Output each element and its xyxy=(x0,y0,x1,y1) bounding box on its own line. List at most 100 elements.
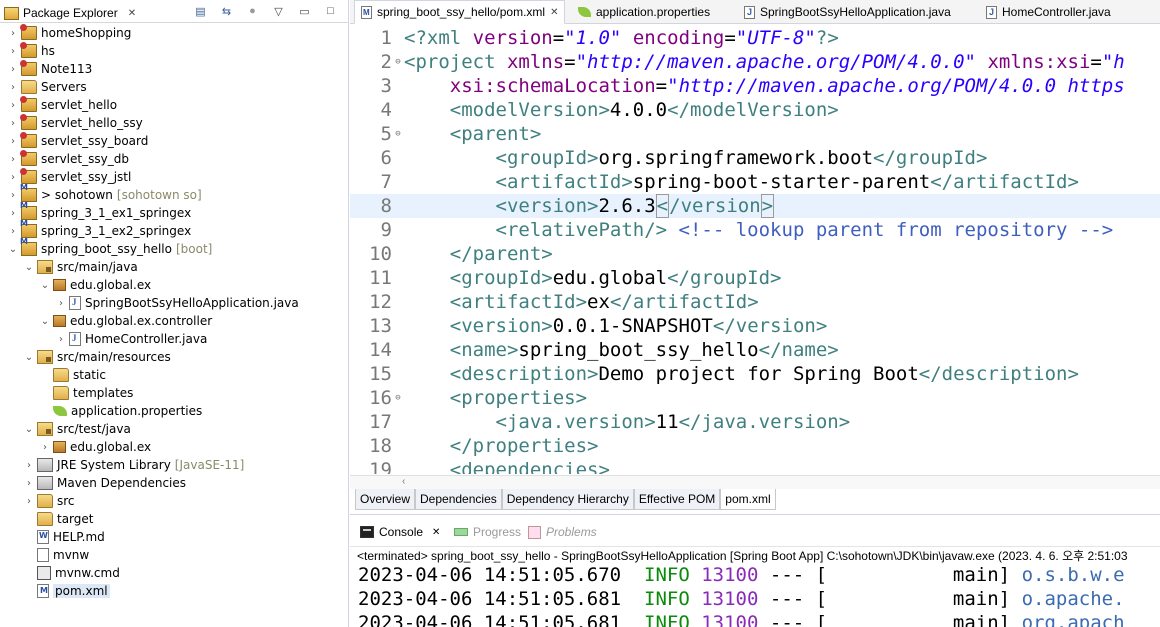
xml-source-editor[interactable]: 1 <?xml version="1.0" encoding="UTF-8"?>… xyxy=(350,26,1160,474)
collapsed-chevron-icon[interactable]: › xyxy=(8,190,18,201)
fold-icon[interactable]: ⊖ xyxy=(392,393,404,403)
collapsed-chevron-icon[interactable]: › xyxy=(8,64,18,75)
collapsed-chevron-icon[interactable]: › xyxy=(8,136,18,147)
link-with-editor-icon[interactable]: ⇆ xyxy=(219,4,234,18)
line-text: <description>Demo project for Spring Boo… xyxy=(449,363,1079,385)
tab-dependencies[interactable]: Dependencies xyxy=(415,489,502,510)
tab-dependency-hierarchy[interactable]: Dependency Hierarchy xyxy=(501,489,634,510)
scroll-left-icon[interactable]: ‹ xyxy=(402,476,405,487)
tree-item[interactable]: HELP.md xyxy=(0,528,105,546)
tree-item[interactable]: pom.xml xyxy=(0,582,110,600)
line-number: 5 xyxy=(380,123,392,145)
tree-item[interactable]: › HomeController.java xyxy=(0,330,207,348)
tree-item-decoration: [JavaSE-11] xyxy=(174,458,245,472)
collapsed-chevron-icon[interactable]: › xyxy=(24,496,34,507)
project-icon xyxy=(20,60,37,76)
line-number: 6 xyxy=(380,147,392,169)
tree-item[interactable]: › Servers xyxy=(0,78,87,96)
tab-problems[interactable]: Problems xyxy=(524,521,601,543)
tree-item[interactable]: › spring_3_1_ex1_springex xyxy=(0,201,192,222)
line-text: <parent> xyxy=(449,123,542,145)
line-number: 2 xyxy=(380,51,392,73)
line-text: <dependencies> xyxy=(449,459,610,474)
tab-effective-pom[interactable]: Effective POM xyxy=(633,489,721,510)
collapsed-chevron-icon[interactable]: › xyxy=(8,118,18,129)
expanded-chevron-icon[interactable]: ⌄ xyxy=(40,316,50,327)
collapsed-chevron-icon[interactable]: › xyxy=(40,442,50,453)
collapsed-chevron-icon[interactable]: › xyxy=(8,226,18,237)
tree-item[interactable]: › JRE System Library [JavaSE-11] xyxy=(0,456,244,474)
code-line: 6 <groupId>org.springframework.boot</gro… xyxy=(350,146,1160,170)
collapsed-chevron-icon[interactable]: › xyxy=(8,100,18,111)
collapsed-chevron-icon[interactable]: › xyxy=(8,154,18,165)
collapsed-chevron-icon[interactable]: › xyxy=(56,298,66,309)
tree-item[interactable]: › src xyxy=(0,492,75,510)
tab-springboot-application[interactable]: SpringBootSsyHelloApplication.java xyxy=(738,0,957,24)
tab-pom-xml-source[interactable]: pom.xml xyxy=(720,489,776,510)
minimize-icon[interactable]: ▭ xyxy=(297,4,312,18)
tab-pom-xml[interactable]: spring_boot_ssy_hello/pom.xml ✕ xyxy=(354,0,566,24)
collapsed-chevron-icon[interactable]: › xyxy=(24,478,34,489)
project-icon xyxy=(20,24,37,40)
pom-editor-tabs: Overview Dependencies Dependency Hierarc… xyxy=(355,489,776,510)
tab-package-explorer[interactable]: Package Explorer ✕ xyxy=(4,3,136,23)
expanded-chevron-icon[interactable]: ⌄ xyxy=(24,262,34,273)
tree-item[interactable]: mvnw.cmd xyxy=(0,564,120,582)
close-icon[interactable]: ✕ xyxy=(128,8,136,19)
java-file-icon xyxy=(986,5,997,19)
collapsed-chevron-icon[interactable]: › xyxy=(8,172,18,183)
tree-item[interactable]: › Note113 xyxy=(0,60,92,78)
line-number: 7 xyxy=(380,171,392,193)
tree-item[interactable]: › homeShopping xyxy=(0,24,131,42)
tree-item[interactable]: ⌄ edu.global.ex.controller xyxy=(0,312,212,330)
tree-item[interactable]: ⌄ spring_boot_ssy_hello[boot] xyxy=(0,237,212,258)
maximize-icon[interactable]: □ xyxy=(323,4,338,18)
tree-item-label: spring_3_1_ex1_springex xyxy=(41,206,192,220)
tab-progress[interactable]: Progress xyxy=(450,521,525,543)
collapsed-chevron-icon[interactable]: › xyxy=(8,46,18,57)
tree-item[interactable]: ⌄ edu.global.ex xyxy=(0,276,151,294)
line-number: 9 xyxy=(380,219,392,241)
tree-item[interactable]: ⌄ src/main/resources xyxy=(0,348,171,366)
collapse-all-icon[interactable]: ▤ xyxy=(193,4,208,18)
expanded-chevron-icon[interactable]: ⌄ xyxy=(24,352,34,363)
tree-item[interactable]: › hs xyxy=(0,42,55,60)
tree-item[interactable]: › Maven Dependencies xyxy=(0,474,186,492)
tree-item[interactable]: static xyxy=(0,366,106,384)
tree-item[interactable]: › spring_3_1_ex2_springex xyxy=(0,219,191,240)
tree-item[interactable]: › servlet_ssy_board xyxy=(0,132,148,150)
tab-application-properties[interactable]: application.properties xyxy=(572,0,716,24)
tab-console[interactable]: Console ✕ xyxy=(356,521,445,543)
tree-item[interactable]: › servlet_hello xyxy=(0,96,117,114)
tree-item[interactable]: ⌄ src/test/java xyxy=(0,420,131,438)
fold-icon[interactable]: ⊖ xyxy=(392,129,404,139)
tab-overview[interactable]: Overview xyxy=(355,489,416,510)
collapsed-chevron-icon[interactable]: › xyxy=(56,334,66,345)
expanded-chevron-icon[interactable]: ⌄ xyxy=(40,280,50,291)
close-icon[interactable]: ✕ xyxy=(550,7,558,18)
close-icon[interactable]: ✕ xyxy=(432,527,440,538)
tree-item[interactable]: › SpringBootSsyHelloApplication.java xyxy=(0,294,299,312)
tab-home-controller[interactable]: HomeController.java xyxy=(980,0,1117,24)
tree-item[interactable]: ⌄ src/main/java xyxy=(0,258,138,276)
tree-item[interactable]: › edu.global.ex xyxy=(0,438,151,456)
tree-item[interactable]: › servlet_ssy_db xyxy=(0,150,129,168)
focus-icon[interactable]: ● xyxy=(245,4,260,18)
expanded-chevron-icon[interactable]: ⌄ xyxy=(8,244,18,255)
collapsed-chevron-icon[interactable]: › xyxy=(8,28,18,39)
fold-icon[interactable]: ⊖ xyxy=(392,57,404,67)
expanded-chevron-icon[interactable]: ⌄ xyxy=(24,424,34,435)
collapsed-chevron-icon[interactable]: › xyxy=(8,82,18,93)
tree-item[interactable]: templates xyxy=(0,384,133,402)
tree-item-label: hs xyxy=(41,44,55,58)
project-icon xyxy=(20,114,37,130)
tree-item[interactable]: › servlet_hello_ssy xyxy=(0,114,143,132)
tree-item[interactable]: › > sohotown[sohotown so] xyxy=(0,183,202,204)
view-menu-icon[interactable]: ▽ xyxy=(271,4,286,18)
tree-item[interactable]: mvnw xyxy=(0,546,89,564)
horizontal-scrollbar[interactable]: ‹ xyxy=(350,475,1160,489)
tree-item[interactable]: target xyxy=(0,510,94,528)
tree-item[interactable]: application.properties xyxy=(0,402,202,420)
collapsed-chevron-icon[interactable]: › xyxy=(8,208,18,219)
collapsed-chevron-icon[interactable]: › xyxy=(24,460,34,471)
